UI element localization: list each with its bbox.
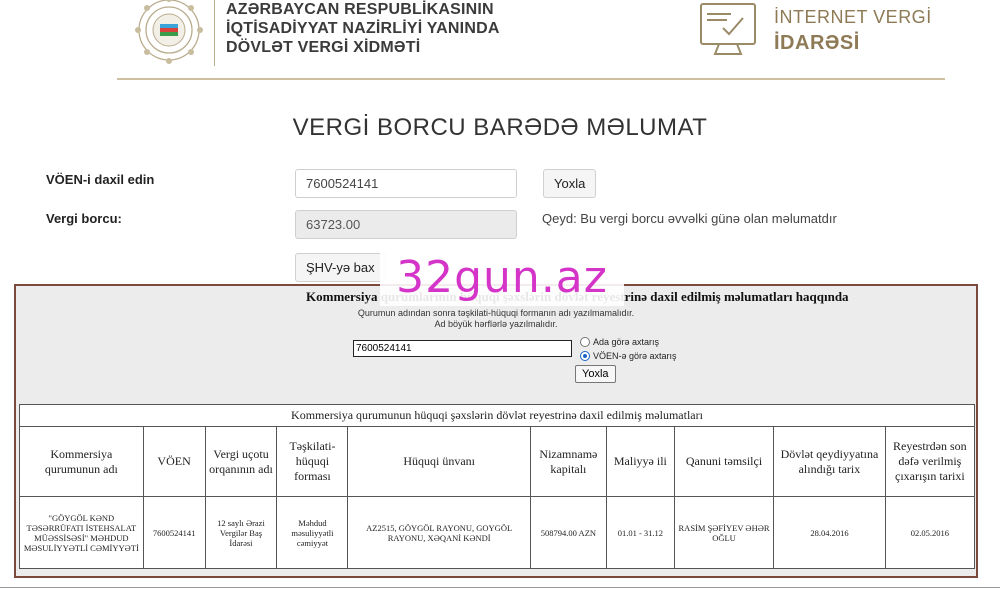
debt-amount-field [295,210,517,239]
search-by-voen-option[interactable]: VÖEN-ə görə axtarış [580,351,677,361]
column-header: Dövlət qeydiyyatına alındığı tarix [773,426,886,497]
column-header: Hüquqi ünvanı [347,426,531,497]
search-by-voen-radio[interactable] [580,351,590,361]
watermark: 32gun.az [380,248,624,306]
registry-table: Kommersiya qurumunun hüquqi şəxslərin dö… [19,404,976,569]
debt-label: Vergi borcu: [46,211,122,226]
voen-label: VÖEN-i daxil edin [46,172,155,187]
computer-checkmark-icon [700,3,756,55]
table-cell: 02.05.2016 [884,496,976,569]
panel-hint-2: Ad böyük hərflərlə yazılmalıdır. [434,319,558,329]
column-header: Reyestrdən son dəfə verilmiş çıxarışın t… [884,426,976,497]
portal-name: İNTERNET VERGİ İDARƏSİ [774,4,932,56]
table-cell: AZ2515, GÖYGÖL RAYONU, GOYGÖL RAYONU, XƏ… [347,496,531,569]
header-separator [117,78,945,80]
organization-name: AZƏRBAYCAN RESPUBLİKASININ İQTİSADİYYAT … [226,0,500,57]
table-cell: 28.04.2016 [773,496,886,569]
registry-search-input[interactable] [353,340,572,357]
column-header: Qanuni təmsilçi [673,426,775,497]
search-by-name-label: Ada görə axtarış [593,337,660,347]
search-by-name-radio[interactable] [580,337,590,347]
table-cell: 12 saylı Ərazi Vergilər Baş İdarəsi [204,496,278,569]
panel-hint-1: Qurumun adından sonra təşkilati-hüquqi f… [357,308,635,318]
column-header: Təşkilati-hüquqi forması [276,426,349,497]
search-by-voen-label: VÖEN-ə görə axtarış [593,351,677,361]
page-title: VERGİ BORCU BARƏDƏ MƏLUMAT [292,114,708,141]
table-cell: 7600524141 [142,496,206,569]
portal-name-line-1: İNTERNET VERGİ [774,7,932,27]
table-row: "GÖYGÖL KƏND TƏSƏRRÜFATI İSTEHSALAT MÜƏS… [19,496,976,569]
column-header: VÖEN [142,426,206,497]
table-cell: RASİM ŞƏFİYEV ƏHƏR OĞLU [673,496,775,569]
watermark-text: 32gun.az [396,251,608,303]
column-header: Nizamnamə kapitalı [529,426,607,497]
org-name-line-1: AZƏRBAYCAN RESPUBLİKASININ [226,1,494,18]
portal-name-line-2: İDARƏSİ [774,32,860,54]
registry-check-button[interactable]: Yoxla [575,365,616,383]
azerbaijan-emblem-icon [135,0,203,64]
header-divider [214,0,215,66]
bottom-divider [0,587,1000,588]
voen-input[interactable] [295,169,517,198]
table-cell: Məhdud məsuliyyətli cəmiyyət [276,496,349,569]
column-header: Kommersiya qurumunun adı [19,426,144,497]
table-cell: "GÖYGÖL KƏND TƏSƏRRÜFATI İSTEHSALAT MÜƏS… [19,496,144,569]
table-caption: Kommersiya qurumunun hüquqi şəxslərin dö… [19,404,975,427]
registry-panel: Kommersiya qurumlarının hüquqi şəxslərin… [14,284,978,578]
check-button[interactable]: Yoxla [543,169,597,198]
table-cell: 508794.00 AZN [529,496,607,569]
debt-note: Qeyd: Bu vergi borcu əvvəlki günə olan m… [542,211,837,226]
org-name-line-3: DÖVLƏT VERGİ XİDMƏTİ [226,39,421,56]
column-header: Vergi uçotu orqanının adı [204,426,278,497]
table-cell: 01.01 - 31.12 [605,496,675,569]
search-by-name-option[interactable]: Ada görə axtarış [580,337,659,347]
shv-button[interactable]: ŞHV-yə bax [295,253,386,282]
org-name-line-2: İQTİSADİYYAT NAZİRLİYİ YANINDA [226,20,500,37]
column-header: Maliyyə ili [605,426,675,497]
